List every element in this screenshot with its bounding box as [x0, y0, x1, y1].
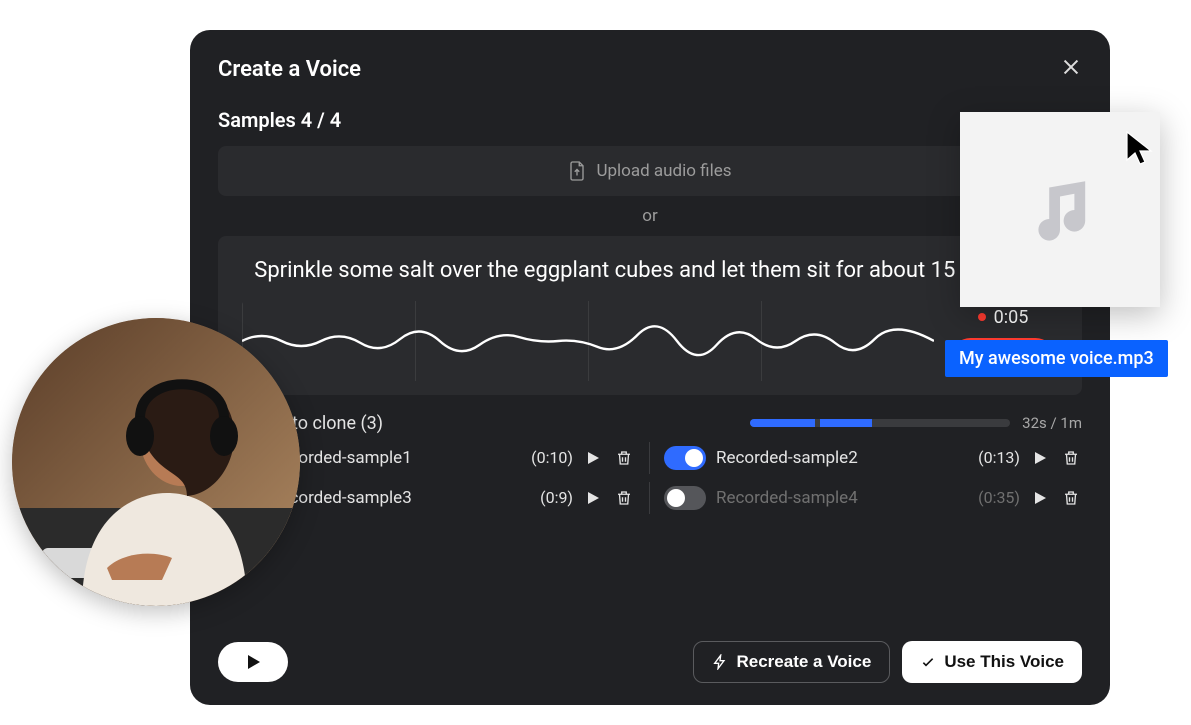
sample-delete-button[interactable]: [1060, 487, 1082, 509]
sample-duration: (0:9): [519, 488, 573, 507]
cursor-icon: [1125, 130, 1155, 170]
play-icon: [245, 654, 261, 670]
record-indicator-icon: [978, 313, 986, 321]
sample-name: Recorded-sample4: [716, 488, 956, 508]
close-icon: [1060, 56, 1082, 78]
sample-duration: (0:35): [966, 488, 1020, 507]
modal-header: Create a Voice: [218, 56, 1082, 82]
use-label: Use This Voice: [944, 652, 1064, 672]
preview-play-button[interactable]: [218, 642, 288, 682]
or-separator: or: [218, 206, 1082, 226]
play-icon: [585, 490, 601, 506]
clone-progress-bar: [750, 419, 1010, 427]
sample-delete-button[interactable]: [613, 447, 635, 469]
sample-play-button[interactable]: [1030, 488, 1050, 508]
record-timer: 0:05: [978, 307, 1029, 328]
sample-duration: (0:13): [966, 448, 1020, 467]
clone-header-row: Samples to clone (3) 32s / 1m: [218, 413, 1082, 434]
music-file-icon: [1015, 165, 1105, 255]
sample-duration: (0:10): [519, 448, 573, 467]
sample-name: Recorded-sample1: [270, 448, 509, 468]
sample-play-button[interactable]: [583, 488, 603, 508]
waveform[interactable]: [242, 301, 934, 381]
sample-play-button[interactable]: [1030, 448, 1050, 468]
modal-footer: Recreate a Voice Use This Voice: [218, 623, 1082, 683]
file-upload-icon: [568, 160, 586, 182]
sample-row: Recorded-sample2 (0:13): [650, 442, 1082, 474]
sample-toggle[interactable]: [664, 486, 706, 510]
sample-delete-button[interactable]: [1060, 447, 1082, 469]
clone-time-summary: 32s / 1m: [1022, 414, 1082, 432]
clone-progress: 32s / 1m: [750, 414, 1082, 432]
samples-count-header: Samples 4 / 4: [218, 108, 1082, 132]
close-button[interactable]: [1060, 56, 1082, 82]
prompt-text: Sprinkle some salt over the eggplant cub…: [242, 256, 1058, 287]
record-time-value: 0:05: [994, 307, 1029, 328]
trash-icon: [1062, 449, 1080, 467]
dragged-file-name: My awesome voice.mp3: [945, 340, 1168, 377]
use-voice-button[interactable]: Use This Voice: [902, 641, 1082, 683]
sample-name: Recorded-sample2: [716, 448, 956, 468]
sample-delete-button[interactable]: [613, 487, 635, 509]
lightning-icon: [712, 654, 728, 670]
sample-name: Recorded-sample3: [270, 488, 509, 508]
avatar-illustration: [12, 318, 300, 606]
play-icon: [1032, 450, 1048, 466]
sample-toggle[interactable]: [664, 446, 706, 470]
sample-row: Recorded-sample4 (0:35): [650, 482, 1082, 514]
waveform-row: 0:05 Save: [242, 301, 1058, 381]
recreate-voice-button[interactable]: Recreate a Voice: [693, 641, 890, 683]
recreate-label: Recreate a Voice: [736, 652, 871, 672]
trash-icon: [1062, 489, 1080, 507]
check-icon: [920, 654, 936, 670]
play-icon: [1032, 490, 1048, 506]
trash-icon: [615, 489, 633, 507]
upload-label: Upload audio files: [596, 161, 731, 181]
waveform-icon: [242, 301, 934, 381]
trash-icon: [615, 449, 633, 467]
sample-play-button[interactable]: [583, 448, 603, 468]
avatar: [12, 318, 300, 606]
play-icon: [585, 450, 601, 466]
upload-audio-button[interactable]: Upload audio files: [218, 146, 1082, 196]
modal-title: Create a Voice: [218, 57, 361, 82]
samples-list: Recorded-sample1 (0:10) Recorded-sample2…: [218, 442, 1082, 514]
